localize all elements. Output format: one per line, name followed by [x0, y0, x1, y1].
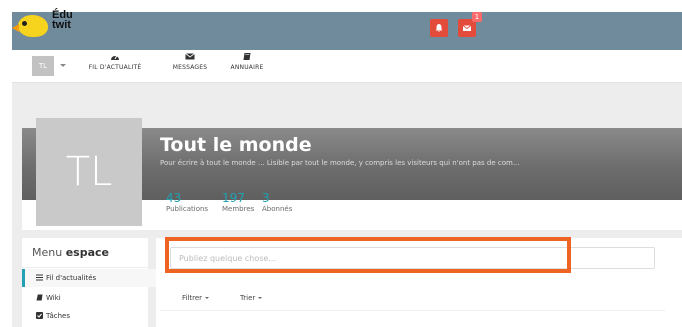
nav-directory[interactable]: ANNUAIRE: [222, 52, 272, 71]
message-count-badge: 1: [472, 12, 482, 22]
list-icon: [36, 274, 43, 281]
stat-members[interactable]: 197 Membres: [222, 192, 254, 214]
frame-left: [0, 0, 12, 327]
checkbox-icon: [36, 312, 43, 319]
user-avatar[interactable]: TL: [32, 56, 54, 76]
beak-icon: [12, 24, 19, 32]
brand-logo[interactable]: Édu twit: [12, 8, 88, 44]
sidebar-item-wiki[interactable]: Wiki: [22, 289, 156, 307]
space-menu-title: Menu espace: [32, 246, 109, 259]
top-bar: [12, 12, 682, 50]
chevron-down-icon[interactable]: [60, 64, 66, 67]
space-avatar[interactable]: TL: [36, 118, 142, 226]
divider: [22, 267, 148, 268]
space-description: Pour écrire à tout le monde ... Lisible …: [160, 159, 520, 167]
filter-dropdown[interactable]: Filtrer: [182, 294, 210, 302]
sort-dropdown[interactable]: Trier: [240, 294, 263, 302]
caret-down-icon: [205, 297, 210, 299]
nav-activity-feed[interactable]: FIL D'ACTUALITÉ: [74, 52, 156, 71]
stat-publications[interactable]: 43 Publications: [166, 192, 208, 214]
caret-down-icon: [258, 297, 263, 299]
sidebar-item-tasks[interactable]: Tâches: [22, 307, 156, 325]
book-icon: [36, 294, 43, 301]
highlight-box: [165, 237, 571, 273]
book-icon: [243, 53, 251, 60]
notifications-button[interactable]: [430, 19, 448, 37]
bird-icon: [18, 15, 48, 37]
stat-followers[interactable]: 3 Abonnés: [262, 192, 292, 214]
bell-icon: [435, 24, 443, 32]
envelope-icon: [185, 53, 195, 60]
envelope-icon: [462, 25, 472, 31]
stream-filter-bar: Filtrer Trier: [160, 288, 665, 311]
space-menu: Menu espace Fil d'actualités Wiki Tâches: [22, 238, 156, 327]
nav-messages[interactable]: MESSAGES: [160, 52, 220, 71]
brand-name: Édu twit: [52, 9, 73, 31]
frame-top: [0, 0, 682, 12]
dashboard-icon: [111, 55, 119, 60]
space-title: Tout le monde: [160, 134, 312, 156]
sidebar-item-activity[interactable]: Fil d'actualités: [22, 269, 156, 287]
